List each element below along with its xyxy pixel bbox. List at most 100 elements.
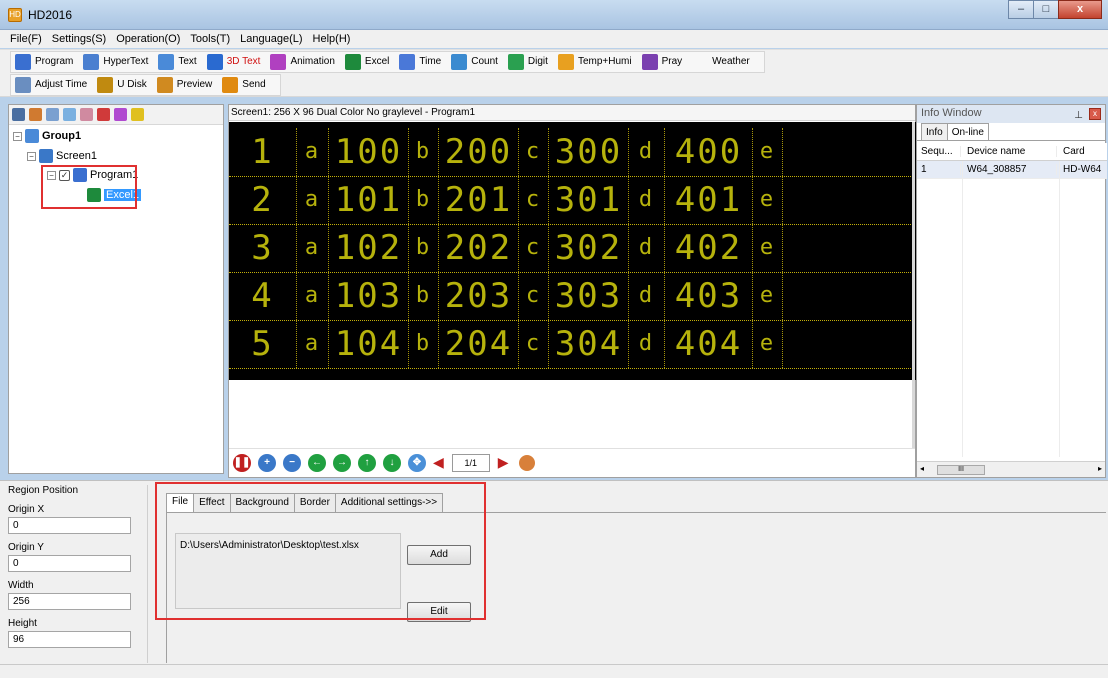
led-cell: d: [629, 128, 665, 176]
led-cell: 1: [229, 128, 297, 176]
tree-toolbar: [9, 105, 223, 125]
collapse-icon[interactable]: −: [13, 131, 22, 141]
arrow-right-icon[interactable]: →: [333, 453, 351, 472]
3d-text-button[interactable]: 3D Text: [206, 53, 260, 70]
arrow-up-icon[interactable]: ↑: [358, 453, 376, 472]
copy-icon[interactable]: [46, 108, 59, 121]
column-header-sequence[interactable]: Sequ...: [917, 146, 961, 157]
column-header-device-name[interactable]: Device name: [961, 146, 1057, 157]
table-row[interactable]: 1 W64_308857 HD-W64: [917, 161, 1107, 179]
pause-icon[interactable]: ❚❚: [233, 453, 251, 472]
add-group-icon[interactable]: [29, 108, 42, 121]
menu-help[interactable]: Help(H): [313, 33, 351, 45]
led-row: 2 a 101 b 201 c 301 d 401 e: [229, 176, 917, 224]
stop-icon[interactable]: [518, 454, 535, 471]
origin-x-label: Origin X: [8, 504, 45, 515]
delete-icon[interactable]: [97, 108, 110, 121]
red-highlight-frame: [155, 482, 486, 620]
move-down-icon[interactable]: [80, 108, 93, 121]
close-button[interactable]: x: [1058, 0, 1102, 19]
status-bar: [0, 664, 1108, 678]
page-indicator[interactable]: 1/1: [451, 453, 490, 472]
menu-settings[interactable]: Settings(S): [52, 33, 106, 45]
arrow-left-icon[interactable]: ←: [308, 453, 326, 472]
maximize-button[interactable]: □: [1033, 0, 1059, 19]
window-controls: – □ x: [1008, 0, 1102, 20]
width-field[interactable]: 256: [8, 593, 131, 610]
next-page-icon[interactable]: ▶: [498, 454, 509, 471]
move-icon[interactable]: ✥: [408, 453, 426, 472]
preview-button[interactable]: Preview: [156, 76, 213, 93]
led-cell: e: [753, 320, 783, 368]
led-row: 4 a 103 b 203 c 303 d 403 e: [229, 272, 917, 320]
close-icon[interactable]: x: [1089, 108, 1101, 120]
pin-icon[interactable]: ⊥: [1074, 107, 1083, 124]
column-header-card[interactable]: Card: [1057, 146, 1107, 157]
led-divider: [229, 368, 917, 369]
menu-language[interactable]: Language(L): [240, 33, 302, 45]
zoom-in-icon[interactable]: +: [258, 453, 276, 472]
toolbar-button-label: Animation: [290, 56, 335, 67]
scroll-thumb[interactable]: III: [937, 465, 985, 475]
origin-y-label: Origin Y: [8, 542, 44, 553]
vertical-scrollbar[interactable]: [912, 122, 915, 448]
adjust-time-button[interactable]: Adjust Time: [15, 76, 87, 93]
program-tree-panel: − Group1 − Screen1 − ✓ Program1 Excel1: [8, 104, 224, 474]
cell-sequence: 1: [917, 164, 961, 175]
origin-x-field[interactable]: 0: [8, 517, 131, 534]
count-button[interactable]: Count: [451, 53, 498, 70]
text-icon: [158, 53, 175, 70]
pray-button[interactable]: Pray: [641, 53, 682, 70]
main-toolbar: Program HyperText Text 3D Text Animation Exce…: [0, 49, 1108, 73]
app-logo-icon: HD: [8, 8, 22, 22]
move-up-icon[interactable]: [63, 108, 76, 121]
check-icon[interactable]: [114, 108, 127, 121]
time-button[interactable]: Time: [399, 53, 441, 70]
program-button[interactable]: Program: [15, 53, 74, 70]
led-cell: 200: [439, 128, 519, 176]
tree-item-screen[interactable]: − Screen1: [27, 149, 97, 163]
led-cell: e: [753, 224, 783, 272]
info-window-header: Info Window ⊥ x: [917, 105, 1105, 123]
digit-button[interactable]: Digit: [507, 53, 548, 70]
led-cell: c: [519, 320, 549, 368]
excel-button[interactable]: Excel: [344, 53, 390, 70]
menu-operation[interactable]: Operation(O): [116, 33, 180, 45]
menu-tools[interactable]: Tools(T): [190, 33, 230, 45]
u-disk-icon: [97, 76, 114, 93]
toolbar-button-label: Send: [242, 79, 266, 90]
height-label: Height: [8, 618, 37, 629]
hypertext-button[interactable]: HyperText: [83, 53, 148, 70]
led-cell: 204: [439, 320, 519, 368]
menu-file[interactable]: File(F): [10, 33, 42, 45]
weather-button[interactable]: Weather: [692, 54, 750, 70]
toolbar-button-label: Program: [35, 56, 74, 67]
send-button[interactable]: Send: [222, 76, 266, 93]
minimize-button[interactable]: –: [1008, 0, 1034, 19]
horizontal-scrollbar[interactable]: ◂ III ▸: [917, 461, 1105, 477]
tab-online[interactable]: On-line: [946, 123, 989, 140]
toolbar-button-label: Excel: [364, 56, 390, 67]
led-screen-preview[interactable]: 1 a 100 b 200 c 300 d 400 e 2 a 101 b 201 c 301 d 401 e 3 a 10…: [229, 122, 917, 380]
temp-humi-button[interactable]: Temp+Humi: [557, 53, 632, 70]
save-icon[interactable]: [12, 108, 25, 121]
tab-info[interactable]: Info: [921, 123, 948, 140]
tree-item-label: Group1: [42, 130, 82, 142]
scroll-left-icon[interactable]: ◂: [920, 464, 924, 473]
animation-button[interactable]: Animation: [270, 53, 335, 70]
tree-item-group[interactable]: − Group1: [13, 129, 81, 143]
zoom-out-icon[interactable]: −: [283, 453, 301, 472]
scroll-right-icon[interactable]: ▸: [1098, 464, 1102, 473]
collapse-icon[interactable]: −: [27, 151, 36, 161]
action-toolbar: Adjust Time U Disk Preview Send: [0, 73, 1108, 97]
arrow-down-icon[interactable]: ↓: [383, 453, 401, 472]
search-icon[interactable]: [131, 108, 144, 121]
origin-y-field[interactable]: 0: [8, 555, 131, 572]
height-field[interactable]: 96: [8, 631, 131, 648]
device-table: Sequ... Device name Card 1 W64_308857 HD…: [917, 143, 1107, 179]
u-disk-button[interactable]: U Disk: [97, 76, 147, 93]
text-button[interactable]: Text: [158, 53, 197, 70]
toolbar-button-label: Preview: [176, 79, 213, 90]
toolbar-button-label: Weather: [712, 56, 750, 67]
previous-page-icon[interactable]: ◀: [433, 454, 444, 471]
